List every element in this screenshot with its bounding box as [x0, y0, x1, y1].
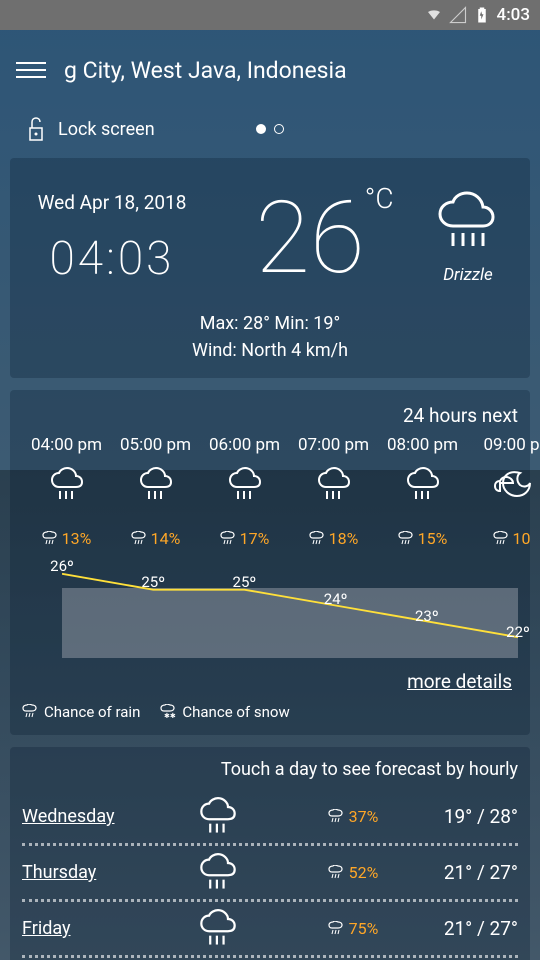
chart-temp-label: 25º — [141, 573, 165, 591]
hourly-precip: 10 — [467, 529, 540, 548]
daily-forecast-card: Touch a day to see forecast by hourly We… — [10, 747, 530, 960]
wifi-icon — [425, 6, 443, 24]
hourly-item[interactable]: 09:00 p 10 — [467, 435, 540, 548]
page-dot-1[interactable] — [274, 124, 284, 134]
hourly-item[interactable]: 04:00 pm 13% — [22, 435, 111, 548]
chart-temp-label: 23º — [415, 607, 439, 625]
daily-day: Wednesday — [22, 806, 137, 827]
hourly-time: 05:00 pm — [111, 435, 200, 455]
chart-temp-label: 26º — [50, 557, 74, 575]
daily-temp-range: 19° / 28° — [408, 805, 518, 828]
status-bar: 4:03 — [0, 0, 540, 30]
daily-day: Friday — [22, 918, 137, 939]
rain-icon — [195, 797, 241, 837]
battery-charging-icon — [473, 6, 491, 24]
rain-icon — [136, 467, 176, 503]
now-maxmin: Max: 28° Min: 19° — [22, 310, 518, 337]
rain-chance-icon — [328, 809, 344, 825]
hourly-item[interactable]: 06:00 pm 17% — [200, 435, 289, 548]
rain-icon — [403, 467, 443, 503]
rain-icon — [314, 467, 354, 503]
chart-temp-label: 24º — [324, 590, 348, 608]
rain-chance-icon — [493, 531, 509, 547]
now-time: 04:03 — [22, 232, 202, 286]
daily-title: Touch a day to see forecast by hourly — [22, 759, 518, 780]
rain-icon — [225, 467, 265, 503]
current-weather-card: Wed Apr 18, 2018 04:03 26°C Drizzle Max:… — [10, 158, 530, 378]
now-wind: Wind: North 4 km/h — [22, 337, 518, 364]
daily-row[interactable]: Wednesday 37%19° / 28° — [22, 790, 518, 846]
hourly-legend: Chance of rain ✱✱ Chance of snow — [22, 703, 518, 721]
hourly-temperature-chart: 26º25º25º24º23º22º — [62, 558, 518, 658]
snow-chance-icon: ✱✱ — [160, 704, 176, 720]
page-dot-0[interactable] — [256, 124, 266, 134]
daily-precip: 75% — [298, 919, 408, 938]
cloud-moon-icon — [492, 467, 532, 503]
rain-icon — [195, 909, 241, 949]
hourly-forecast-card: 24 hours next 04:00 pm13%05:00 pm14%06:0… — [10, 390, 530, 735]
now-condition: Drizzle — [418, 265, 518, 285]
rain-icon — [433, 191, 503, 251]
hourly-title: 24 hours next — [22, 404, 518, 427]
hourly-time: 07:00 pm — [289, 435, 378, 455]
lock-screen-label: Lock screen — [58, 119, 155, 140]
now-temperature: 26°C — [202, 180, 418, 297]
rain-chance-icon — [220, 531, 236, 547]
daily-temp-range: 21° / 27° — [408, 917, 518, 940]
rain-chance-icon — [309, 531, 325, 547]
chart-temp-label: 22º — [506, 623, 530, 641]
rain-chance-icon — [131, 531, 147, 547]
hourly-time: 06:00 pm — [200, 435, 289, 455]
hourly-item[interactable]: 05:00 pm 14% — [111, 435, 200, 548]
hourly-precip: 14% — [111, 529, 200, 548]
daily-precip: 37% — [298, 807, 408, 826]
daily-precip: 52% — [298, 863, 408, 882]
hourly-item[interactable]: 08:00 pm 15% — [378, 435, 467, 548]
hourly-precip: 13% — [22, 529, 111, 548]
status-time: 4:03 — [497, 5, 530, 25]
location-title: g City, West Java, Indonesia — [64, 57, 347, 84]
rain-chance-icon — [328, 865, 344, 881]
rain-chance-icon — [398, 531, 414, 547]
lock-screen-button[interactable]: Lock screen — [24, 114, 155, 144]
rain-icon — [47, 467, 87, 503]
hourly-time: 04:00 pm — [22, 435, 111, 455]
hourly-time: 08:00 pm — [378, 435, 467, 455]
rain-chance-icon — [42, 531, 58, 547]
hourly-item[interactable]: 07:00 pm 18% — [289, 435, 378, 548]
daily-day: Thursday — [22, 862, 137, 883]
hourly-precip: 15% — [378, 529, 467, 548]
daily-temp-range: 21° / 27° — [408, 861, 518, 884]
page-indicator[interactable] — [256, 124, 284, 134]
menu-button[interactable] — [16, 62, 46, 78]
hourly-time: 09:00 p — [467, 435, 540, 455]
hourly-scroll[interactable]: 04:00 pm13%05:00 pm14%06:00 pm17%07:00 p… — [22, 435, 518, 548]
app-header: g City, West Java, Indonesia — [0, 30, 540, 110]
chart-temp-label: 25º — [233, 573, 257, 591]
svg-text:✱✱: ✱✱ — [164, 712, 176, 720]
daily-row[interactable]: Thursday 52%21° / 27° — [22, 846, 518, 902]
unlock-icon — [24, 114, 48, 144]
rain-icon — [195, 853, 241, 893]
daily-row[interactable]: Friday 75%21° / 27° — [22, 902, 518, 958]
now-datetime: Wed Apr 18, 2018 04:03 — [22, 191, 202, 286]
now-date: Wed Apr 18, 2018 — [22, 191, 202, 214]
hourly-precip: 17% — [200, 529, 289, 548]
signal-icon — [449, 6, 467, 24]
rain-chance-icon — [328, 921, 344, 937]
rain-chance-icon — [22, 704, 38, 720]
more-details-link[interactable]: more details — [22, 670, 512, 693]
hourly-precip: 18% — [289, 529, 378, 548]
